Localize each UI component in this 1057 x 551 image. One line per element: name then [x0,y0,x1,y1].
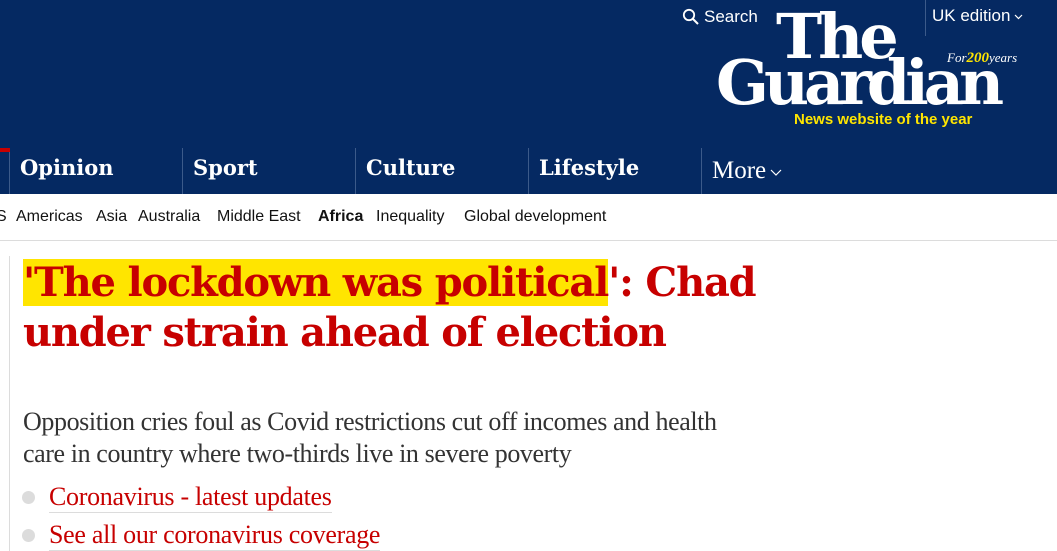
pillar-more[interactable]: More [701,148,1057,194]
search-icon [682,8,699,25]
subnav: S Americas Asia Australia Middle East Af… [0,194,1057,241]
masthead: Search UK edition The Guardian For200yea… [0,0,1057,148]
chevron-down-icon [770,169,782,176]
subnav-item-truncated[interactable]: S [0,208,7,226]
related-links: Coronavirus - latest updates See all our… [22,478,622,551]
pillar-opinion[interactable]: Opinion [0,148,182,194]
headline-highlight: The lockdown was political [34,259,609,306]
subnav-item-australia[interactable]: Australia [138,208,200,226]
anniversary-suffix: years [989,50,1018,65]
list-item: Coronavirus - latest updates [22,478,622,516]
anniversary-badge: For200years [947,50,1017,67]
subnav-item-americas[interactable]: Americas [16,208,83,226]
link-coronavirus-coverage[interactable]: See all our coronavirus coverage [49,520,380,551]
pillar-nav: Opinion Sport Culture Lifestyle More [0,148,1057,194]
guardian-logo[interactable]: The Guardian For200years News website of… [712,4,1042,132]
list-item: See all our coronavirus coverage [22,516,622,551]
award-tagline: News website of the year [794,111,973,128]
link-latest-updates[interactable]: Coronavirus - latest updates [49,482,332,513]
subnav-item-africa[interactable]: Africa [318,208,363,226]
subnav-item-global-development[interactable]: Global development [464,208,606,226]
pillar-culture[interactable]: Culture [355,148,528,194]
article-divider [9,256,10,551]
pillar-lifestyle[interactable]: Lifestyle [528,148,701,194]
bullet-icon [22,528,35,542]
headline: 'The lockdown was political': Chad under… [23,258,783,358]
pillar-sport[interactable]: Sport [182,148,355,194]
subnav-item-inequality[interactable]: Inequality [376,208,445,226]
standfirst: Opposition cries foul as Covid restricti… [23,407,717,468]
subnav-item-middle-east[interactable]: Middle East [217,208,301,226]
subnav-item-asia[interactable]: Asia [96,208,127,226]
pillar-more-label: More [712,157,767,184]
anniversary-number: 200 [966,50,990,66]
headline-quote-open: ' [23,259,35,306]
bullet-icon [22,490,35,504]
anniversary-prefix: For [947,50,967,65]
